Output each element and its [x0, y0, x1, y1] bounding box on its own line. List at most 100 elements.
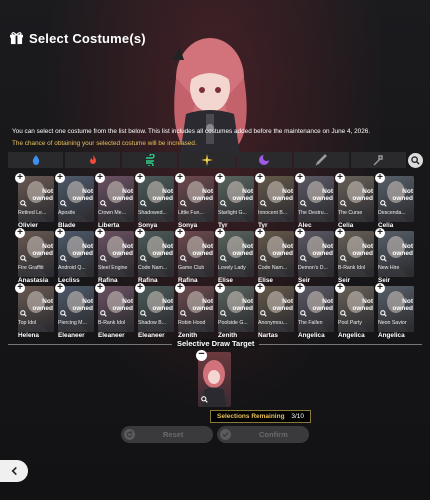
- costume-card[interactable]: Not owned + Robin Hood Zenith: [175, 283, 214, 342]
- magnifier-icon[interactable]: [220, 255, 227, 262]
- costume-card[interactable]: Not owned + Lovely Lady Elise: [215, 228, 254, 287]
- confirm-button[interactable]: Confirm: [217, 426, 309, 443]
- add-costume-button[interactable]: +: [15, 228, 25, 238]
- magnifier-icon[interactable]: [140, 200, 147, 207]
- add-costume-button[interactable]: +: [95, 283, 105, 293]
- add-costume-button[interactable]: +: [335, 283, 345, 293]
- magnifier-icon[interactable]: [260, 200, 267, 207]
- add-costume-button[interactable]: +: [295, 228, 305, 238]
- add-costume-button[interactable]: +: [215, 173, 225, 183]
- tab-dark[interactable]: [236, 152, 292, 168]
- costume-card[interactable]: Not owned + The Destru... Alec: [295, 173, 334, 232]
- costume-card[interactable]: Not owned + Anonymou... Nartas: [255, 283, 294, 342]
- costume-card[interactable]: Not owned + Top Idol Helena: [15, 283, 54, 342]
- remove-selection-button[interactable]: −: [196, 349, 207, 361]
- add-costume-button[interactable]: +: [335, 228, 345, 238]
- costume-card[interactable]: Not owned + Retired Le... Olivier: [15, 173, 54, 232]
- add-costume-button[interactable]: +: [255, 283, 265, 293]
- costume-card[interactable]: Not owned + Code Nam... Elise: [255, 228, 294, 287]
- costume-card[interactable]: Not owned + The Curse Celia: [335, 173, 374, 232]
- add-costume-button[interactable]: +: [55, 283, 65, 293]
- add-costume-button[interactable]: +: [255, 173, 265, 183]
- costume-card[interactable]: Not owned + Pool Party Angelica: [335, 283, 374, 342]
- magnifier-icon[interactable]: [180, 200, 187, 207]
- tab-fire[interactable]: [65, 152, 121, 168]
- add-costume-button[interactable]: +: [295, 283, 305, 293]
- costume-card[interactable]: Not owned + Descenda... Celia: [375, 173, 414, 232]
- magnifier-icon[interactable]: [340, 200, 347, 207]
- magnifier-icon[interactable]: [340, 310, 347, 317]
- tab-light[interactable]: [179, 152, 235, 168]
- tab-water[interactable]: [8, 152, 64, 168]
- tab-sword[interactable]: [293, 152, 349, 168]
- costume-card[interactable]: Not owned + Piercing M... Eleaneer: [55, 283, 94, 342]
- costume-card[interactable]: Not owned + Neon Savior Angelica: [375, 283, 414, 342]
- add-costume-button[interactable]: +: [135, 228, 145, 238]
- add-costume-button[interactable]: +: [375, 283, 385, 293]
- costume-card[interactable]: Not owned + B-Rank Idol Eleaneer: [95, 283, 134, 342]
- costume-card[interactable]: Not owned + Android Q... Lecliss: [55, 228, 94, 287]
- add-costume-button[interactable]: +: [95, 173, 105, 183]
- magnifier-icon[interactable]: [380, 310, 387, 317]
- magnifier-icon[interactable]: [60, 255, 67, 262]
- magnifier-icon[interactable]: [180, 255, 187, 262]
- add-costume-button[interactable]: +: [215, 228, 225, 238]
- add-costume-button[interactable]: +: [335, 173, 345, 183]
- magnifier-icon[interactable]: [100, 255, 107, 262]
- costume-card[interactable]: Not owned + Little Fun... Sonya: [175, 173, 214, 232]
- tab-wand[interactable]: [350, 152, 406, 168]
- magnifier-icon[interactable]: [20, 255, 27, 262]
- add-costume-button[interactable]: +: [135, 283, 145, 293]
- magnifier-icon[interactable]: [300, 200, 307, 207]
- magnifier-icon[interactable]: [220, 310, 227, 317]
- costume-card[interactable]: Not owned + New Hire Seir: [375, 228, 414, 287]
- add-costume-button[interactable]: +: [55, 228, 65, 238]
- add-costume-button[interactable]: +: [295, 173, 305, 183]
- magnifier-icon[interactable]: [100, 200, 107, 207]
- add-costume-button[interactable]: +: [375, 173, 385, 183]
- costume-card[interactable]: Not owned + Shadowed... Sonya: [135, 173, 174, 232]
- back-button[interactable]: [0, 460, 28, 482]
- magnifier-icon[interactable]: [260, 310, 267, 317]
- add-costume-button[interactable]: +: [375, 228, 385, 238]
- costume-card[interactable]: Not owned + Innocent B... Tyr: [255, 173, 294, 232]
- add-costume-button[interactable]: +: [55, 173, 65, 183]
- magnifier-icon[interactable]: [340, 255, 347, 262]
- magnifier-icon[interactable]: [20, 200, 27, 207]
- add-costume-button[interactable]: +: [15, 173, 25, 183]
- magnifier-icon[interactable]: [300, 255, 307, 262]
- costume-card[interactable]: Not owned + B-Rank Idol Seir: [335, 228, 374, 287]
- costume-card[interactable]: Not owned + Crown Me... Liberta: [95, 173, 134, 232]
- search-button[interactable]: [408, 153, 423, 168]
- add-costume-button[interactable]: +: [135, 173, 145, 183]
- add-costume-button[interactable]: +: [175, 283, 185, 293]
- costume-card[interactable]: Not owned + Poolside G... Zenith: [215, 283, 254, 342]
- costume-card[interactable]: Not owned + Game Club Rafina: [175, 228, 214, 287]
- magnifier-icon[interactable]: [220, 200, 227, 207]
- add-costume-button[interactable]: +: [175, 228, 185, 238]
- magnifier-icon[interactable]: [60, 200, 67, 207]
- magnifier-icon[interactable]: [300, 310, 307, 317]
- tab-wind[interactable]: [122, 152, 178, 168]
- magnifier-icon[interactable]: [100, 310, 107, 317]
- magnifier-icon[interactable]: [380, 200, 387, 207]
- costume-card[interactable]: Not owned + Code Nam... Rafina: [135, 228, 174, 287]
- add-costume-button[interactable]: +: [215, 283, 225, 293]
- costume-card[interactable]: Not owned + The Fallen Angelica: [295, 283, 334, 342]
- magnifier-icon[interactable]: [380, 255, 387, 262]
- magnifier-icon[interactable]: [140, 255, 147, 262]
- magnifier-icon[interactable]: [60, 310, 67, 317]
- magnifier-icon[interactable]: [140, 310, 147, 317]
- costume-card[interactable]: Not owned + Shadow B... Eleaneer: [135, 283, 174, 342]
- costume-card[interactable]: Not owned + Starlight G... Tyr: [215, 173, 254, 232]
- add-costume-button[interactable]: +: [175, 173, 185, 183]
- add-costume-button[interactable]: +: [95, 228, 105, 238]
- magnifier-icon[interactable]: [20, 310, 27, 317]
- magnifier-icon[interactable]: [201, 396, 208, 403]
- add-costume-button[interactable]: +: [15, 283, 25, 293]
- magnifier-icon[interactable]: [180, 310, 187, 317]
- costume-card[interactable]: Not owned + Demon's D... Seir: [295, 228, 334, 287]
- magnifier-icon[interactable]: [260, 255, 267, 262]
- reset-button[interactable]: Reset: [121, 426, 213, 443]
- costume-card[interactable]: Not owned + Steel Engine Rafina: [95, 228, 134, 287]
